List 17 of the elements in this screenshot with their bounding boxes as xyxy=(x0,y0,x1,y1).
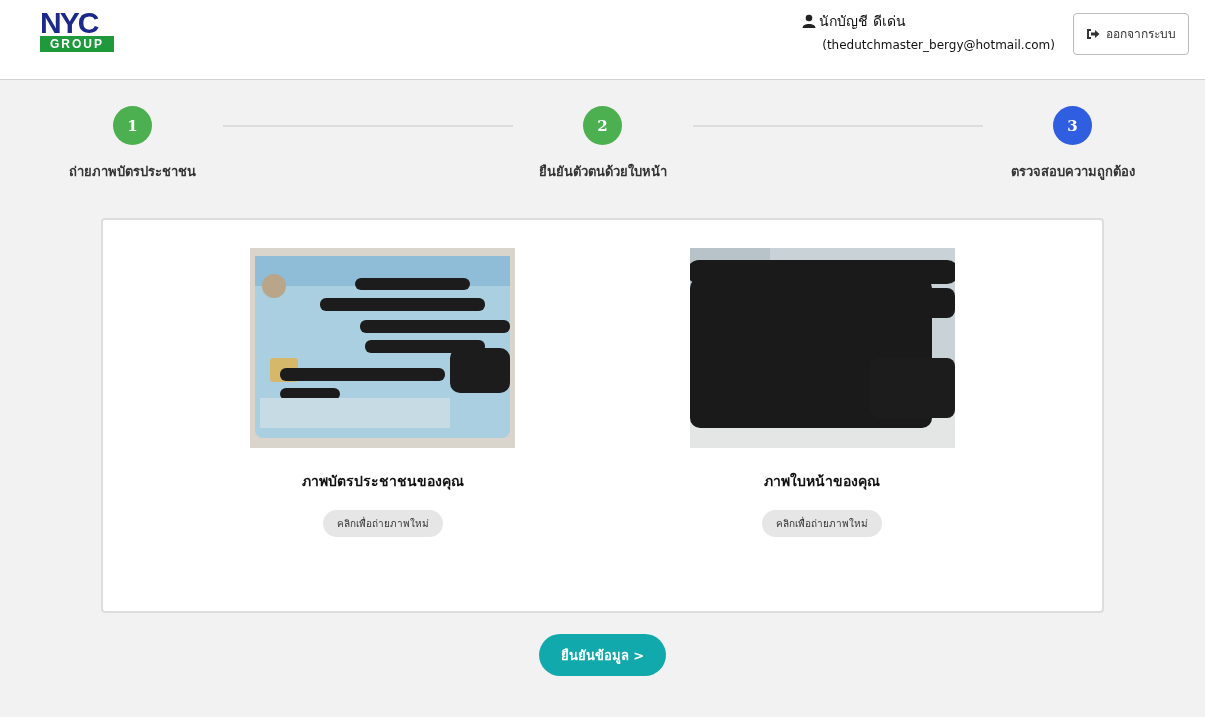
step-number: 3 xyxy=(1053,106,1092,145)
step-label: ถ่ายภาพบัตรประชาชน xyxy=(69,163,196,181)
step-number: 1 xyxy=(113,106,152,145)
retake-button[interactable]: คลิกเพื่อถ่ายภาพใหม่ xyxy=(762,510,883,537)
user-email: (thedutchmaster_bergy@hotmail.com) xyxy=(822,37,1055,52)
step-number: 2 xyxy=(583,106,622,145)
user-name: นักบัญชี ดีเด่น xyxy=(819,11,906,31)
retake-button[interactable]: คลิกเพื่อถ่ายภาพใหม่ xyxy=(322,510,443,537)
logo-text: GROUP xyxy=(40,36,114,52)
photo-caption: ภาพบัตรประชาชนของคุณ xyxy=(301,472,464,492)
photo-caption: ภาพใบหน้าของคุณ xyxy=(764,471,881,492)
logout-icon xyxy=(1086,27,1100,40)
step-label: ตรวจสอบความถูกต้อง xyxy=(1010,163,1135,182)
logo-text: NYC xyxy=(40,9,99,36)
logout-button[interactable]: ออกจากระบบ xyxy=(1073,12,1189,55)
step-label: ยืนยันตัวตนด้วยใบหน้า xyxy=(538,162,667,181)
user-icon xyxy=(802,13,817,28)
